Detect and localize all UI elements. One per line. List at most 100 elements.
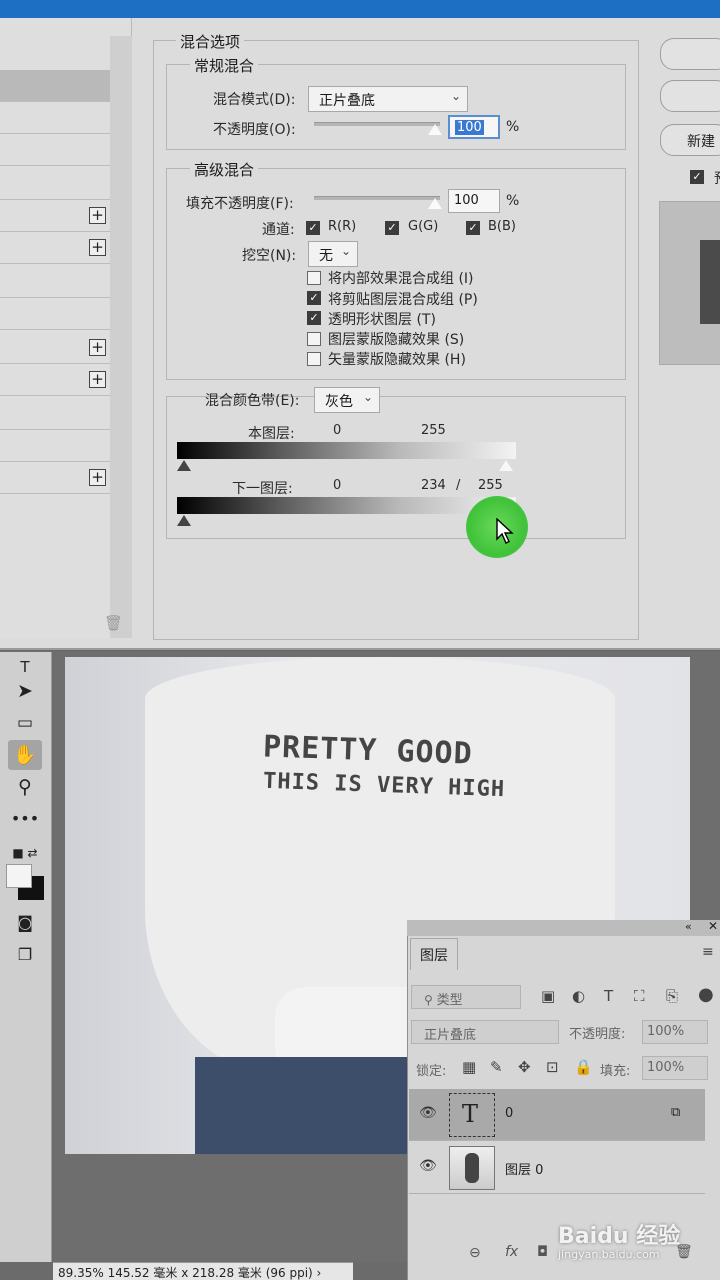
knockout-label: 挖空(N): (242, 248, 297, 264)
fill-opacity-slider[interactable] (314, 196, 440, 200)
knockout-select[interactable]: 无 ⌄ (308, 241, 358, 267)
fill-opacity-label: 填充不透明度(F): (186, 196, 294, 212)
filter-toggle-icon[interactable]: ● (698, 984, 714, 1005)
channel-r-checkbox[interactable]: ✓ (306, 221, 320, 235)
style-list-item-blending-options[interactable] (0, 70, 110, 102)
fill-opacity-slider-thumb[interactable] (428, 198, 442, 209)
style-list-item[interactable]: + (0, 462, 110, 494)
channel-b-label: B(B) (488, 219, 516, 234)
style-list-item[interactable] (0, 298, 110, 330)
style-list-item[interactable]: + (0, 332, 110, 364)
transparency-shapes-checkbox[interactable]: ✓ (307, 311, 321, 325)
underlying-low: 0 (333, 478, 342, 493)
knockout-value: 无 (319, 248, 333, 264)
ok-button[interactable] (660, 38, 720, 70)
preview-label: 预 (714, 168, 720, 188)
eye-icon[interactable]: 👁 (419, 1105, 437, 1121)
hand-tool-icon[interactable]: ✋ (8, 740, 42, 770)
blend-if-select[interactable]: 灰色 ⌄ (314, 387, 380, 413)
chevron-down-icon: ⌄ (340, 244, 351, 258)
close-icon[interactable]: ✕ (708, 919, 718, 933)
style-list-scrollbar[interactable] (110, 36, 132, 638)
style-list-item[interactable]: + (0, 200, 110, 232)
mouse-cursor-icon (496, 517, 514, 548)
tab-layers[interactable]: 图层 (410, 938, 458, 970)
lock-transparent-icon[interactable]: ▦ (462, 1058, 476, 1076)
image-layer-thumbnail (449, 1146, 495, 1190)
advanced-blending-title: 高级混合 (190, 159, 259, 180)
fx-icon[interactable]: fx (505, 1244, 518, 1260)
lock-paint-icon[interactable]: ✎ (490, 1058, 503, 1076)
style-list-item[interactable] (0, 168, 110, 200)
add-style-icon[interactable]: + (89, 339, 106, 356)
fill-opacity-input[interactable]: 100 (448, 189, 500, 213)
blend-if-group (166, 396, 626, 539)
style-list-item[interactable]: + (0, 232, 110, 264)
blend-interior-effects-checkbox[interactable] (307, 271, 321, 285)
person-thumbnail-shape (465, 1153, 479, 1183)
add-style-icon[interactable]: + (89, 371, 106, 388)
layer-name: 0 (505, 1106, 514, 1121)
layer-row-image[interactable]: 👁 图层 0 (409, 1142, 705, 1194)
rectangle-tool-icon[interactable]: ▭ (8, 708, 42, 738)
layer-blend-mode-select[interactable]: 正片叠底 (411, 1020, 559, 1044)
add-mask-icon[interactable]: ◘ (537, 1244, 548, 1260)
add-style-icon[interactable]: + (89, 469, 106, 486)
eye-icon[interactable]: 👁 (419, 1158, 437, 1174)
style-list-item[interactable] (0, 430, 110, 462)
style-list-item[interactable] (0, 266, 110, 298)
foreground-color-swatch[interactable] (6, 864, 32, 888)
lock-artboard-icon[interactable]: ⊡ (546, 1058, 559, 1076)
trash-icon[interactable]: 🗑 (104, 614, 123, 632)
adjustment-filter-icon[interactable]: ◐ (572, 987, 585, 1005)
transparency-shapes-label: 透明形状图层 (T) (328, 312, 436, 328)
text-layer-thumbnail: T (449, 1093, 495, 1137)
layer-row-text[interactable]: 👁 T 0 ⧉ (409, 1089, 705, 1141)
opacity-input[interactable]: 100 (448, 115, 500, 139)
lock-position-icon[interactable]: ✥ (518, 1058, 531, 1076)
style-list-item[interactable] (0, 134, 110, 166)
lock-all-icon[interactable]: 🔒 (574, 1058, 593, 1076)
type-filter-icon[interactable]: T (604, 987, 613, 1005)
blend-mode-select[interactable]: 正片叠底 ⌄ (308, 86, 468, 112)
collapse-icon[interactable]: « (685, 920, 692, 933)
underlying-black-thumb[interactable] (177, 515, 191, 526)
blend-clipped-layers-checkbox[interactable]: ✓ (307, 291, 321, 305)
opacity-slider[interactable] (314, 122, 440, 126)
blend-mode-value: 正片叠底 (319, 93, 375, 109)
screen-mode-icon[interactable]: ❐ (8, 940, 42, 970)
more-tools-icon[interactable]: ••• (8, 804, 42, 834)
style-list-item[interactable]: + (0, 364, 110, 396)
link-layers-icon[interactable]: ⊖ (469, 1245, 481, 1261)
style-list-item[interactable] (0, 102, 110, 134)
channel-r-label: R(R) (328, 219, 357, 234)
layer-opacity-input[interactable]: 100% (642, 1020, 708, 1044)
smart-object-filter-icon[interactable]: ⎘ (666, 987, 678, 1005)
layer-fill-input[interactable]: 100% (642, 1056, 708, 1080)
image-filter-icon[interactable]: ▣ (541, 987, 555, 1005)
opacity-slider-thumb[interactable] (428, 124, 442, 135)
quick-mask-icon[interactable]: ◙ (8, 908, 42, 938)
channels-label: 通道: (262, 222, 295, 238)
panel-menu-icon[interactable]: ≡ (702, 944, 714, 960)
preview-checkbox[interactable]: ✓ (690, 170, 704, 184)
this-layer-low: 0 (333, 423, 342, 438)
add-style-icon[interactable]: + (89, 207, 106, 224)
style-list-item[interactable] (0, 398, 110, 430)
vector-mask-hides-checkbox[interactable] (307, 352, 321, 366)
this-layer-white-thumb[interactable] (499, 460, 513, 471)
layer-filter-select[interactable]: ⚲ 类型 (411, 985, 521, 1009)
zoom-tool-icon[interactable]: ⚲ (8, 772, 42, 802)
channel-b-checkbox[interactable]: ✓ (466, 221, 480, 235)
layer-effects-icon[interactable]: ⧉ (671, 1105, 680, 1120)
panel-title: 混合选项 (176, 31, 245, 52)
new-style-button[interactable]: 新建 (660, 124, 720, 156)
shape-filter-icon[interactable]: ⛶ (634, 987, 645, 1005)
channel-g-checkbox[interactable]: ✓ (385, 221, 399, 235)
layer-mask-hides-checkbox[interactable] (307, 332, 321, 346)
move-select-icon[interactable]: ➤ (8, 676, 42, 706)
cancel-button[interactable] (660, 80, 720, 112)
this-layer-black-thumb[interactable] (177, 460, 191, 471)
blend-mode-label: 混合模式(D): (213, 92, 296, 108)
add-style-icon[interactable]: + (89, 239, 106, 256)
